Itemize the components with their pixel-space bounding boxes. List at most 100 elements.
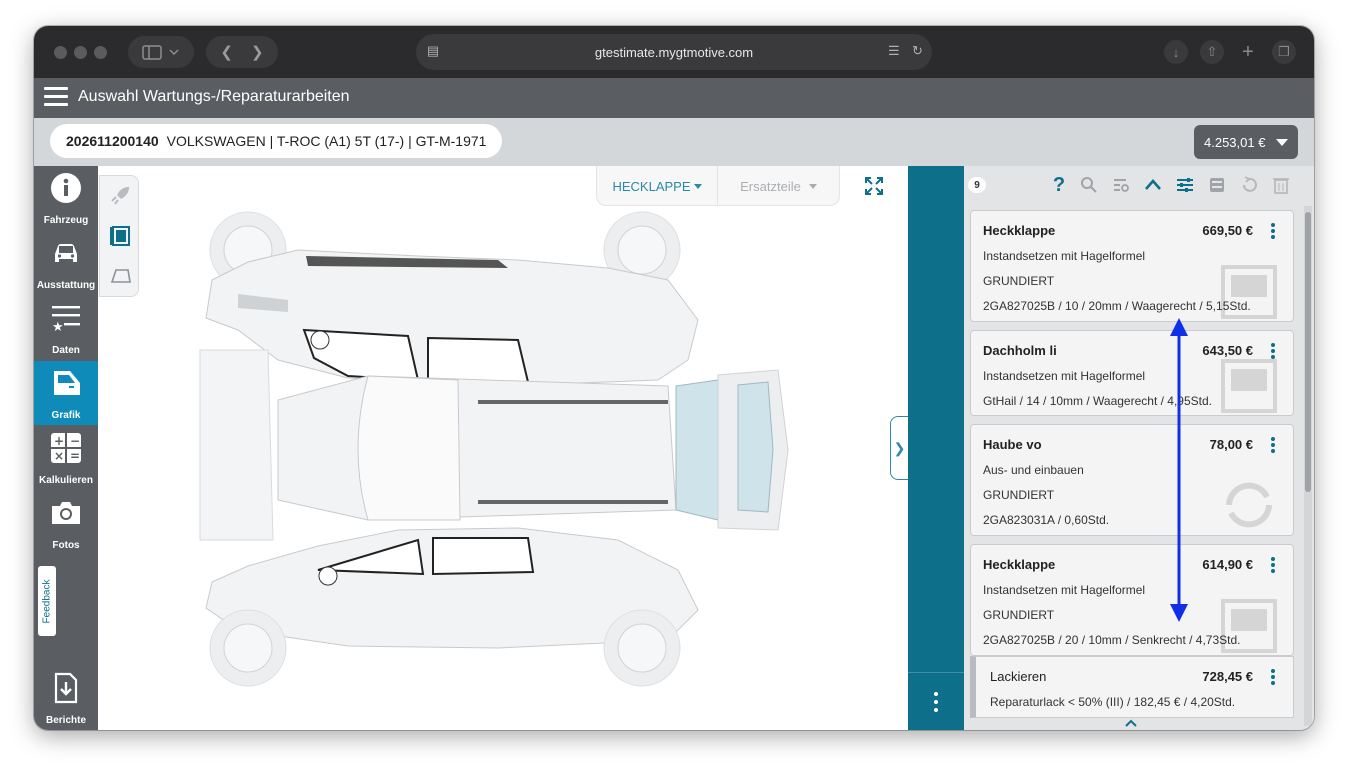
sidebar-item-label: Daten — [52, 345, 80, 356]
scroll-thumb[interactable] — [1305, 212, 1311, 492]
save-layout-icon[interactable] — [1206, 174, 1228, 196]
vehicle-graphic-area: HECKLAPPE Ersatzteile ❯ — [98, 166, 908, 730]
sidebar-item-daten[interactable]: ★ Daten — [34, 296, 98, 360]
page-title: Auswahl Wartungs-/Reparaturarbeiten — [78, 88, 350, 105]
item-title: Heckklappe — [983, 223, 1056, 238]
list-item[interactable]: Heckklappe 614,90 € Instandsetzen mit Ha… — [970, 544, 1294, 656]
tailgate-icon — [1221, 599, 1277, 653]
list-item[interactable]: Dachholm li 643,50 € Instandsetzen mit H… — [970, 330, 1294, 416]
sidebar-item-fotos[interactable]: Fotos — [34, 491, 98, 555]
sub-item-title: Lackieren — [990, 669, 1047, 684]
item-paint-state: GRUNDIERT — [983, 274, 1055, 288]
fullscreen-icon[interactable] — [864, 176, 884, 196]
part-selector-bar: HECKLAPPE Ersatzteile — [596, 166, 840, 206]
chevron-down-icon — [808, 183, 817, 189]
new-tab-icon[interactable]: + — [1236, 40, 1260, 64]
vehicle-bar: 202611200140 VOLKSWAGEN | T-ROC (A1) 5T … — [34, 118, 1314, 166]
download-document-icon — [54, 672, 78, 704]
back-icon[interactable]: ❮ — [220, 43, 233, 61]
feedback-label: Feedback — [41, 579, 53, 623]
rocket-icon[interactable] — [106, 182, 134, 210]
chevron-right-icon[interactable]: ❯ — [890, 416, 908, 480]
chevron-down-icon — [1276, 139, 1288, 146]
spare-parts-select[interactable]: Ersatzteile — [718, 166, 839, 206]
share-icon[interactable]: ⇧ — [1200, 40, 1224, 64]
chevron-up-icon[interactable] — [1124, 718, 1138, 728]
panel-toolbar: 9 ? — [964, 166, 1314, 204]
item-menu-icon[interactable] — [1271, 557, 1275, 575]
sidebar-toggle-button[interactable] — [128, 36, 194, 68]
more-options-icon[interactable] — [908, 672, 964, 730]
windshield-icon[interactable] — [106, 262, 134, 290]
translate-icon[interactable]: ☰ — [888, 43, 900, 59]
item-paint-state: GRUNDIERT — [983, 488, 1055, 502]
item-menu-icon[interactable] — [1271, 223, 1275, 241]
item-operation: Instandsetzen mit Hagelformel — [983, 369, 1146, 383]
close-window-button[interactable] — [54, 46, 67, 59]
list-star-icon: ★ — [52, 306, 80, 334]
browser-toolbar: ❮ ❯ ▤ gtestimate.mygtmotive.com ☰ ↻ ↓ ⇧ … — [34, 26, 1314, 78]
svg-text:−: − — [70, 434, 80, 448]
sub-item-price: 728,45 € — [1202, 669, 1253, 684]
history-nav: ❮ ❯ — [206, 36, 278, 68]
vehicle-info: 202611200140 VOLKSWAGEN | T-ROC (A1) 5T … — [50, 124, 503, 158]
tab-overview-icon[interactable]: ❐ — [1272, 40, 1296, 64]
item-price: 614,90 € — [1202, 557, 1253, 572]
list-item[interactable]: Heckklappe 669,50 € Instandsetzen mit Ha… — [970, 210, 1294, 322]
zoom-window-button[interactable] — [94, 46, 107, 59]
tailgate-icon — [1221, 265, 1277, 319]
door-panel-icon[interactable] — [106, 222, 134, 250]
item-operation: Aus- und einbauen — [983, 463, 1084, 477]
page-menu-icon[interactable]: ▤ — [424, 43, 442, 61]
forward-icon[interactable]: ❯ — [251, 43, 264, 61]
sidebar-item-ausstattung[interactable]: Ausstattung — [34, 231, 98, 295]
item-price: 78,00 € — [1209, 437, 1253, 452]
total-dropdown[interactable]: 4.253,01 € — [1194, 125, 1298, 159]
item-menu-icon[interactable] — [1271, 437, 1275, 455]
help-icon[interactable]: ? — [1048, 174, 1070, 196]
item-menu-icon[interactable] — [1271, 669, 1275, 685]
car-diagram[interactable] — [198, 210, 818, 692]
car-side-top[interactable] — [205, 211, 699, 387]
url-text: gtestimate.mygtmotive.com — [594, 44, 754, 60]
calculator-icon: + −× = — [51, 433, 81, 463]
svg-text:×: × — [54, 449, 64, 463]
menu-icon[interactable] — [44, 87, 68, 107]
info-icon — [51, 173, 81, 203]
svg-text:★: ★ — [52, 320, 64, 334]
feedback-tab[interactable]: Feedback — [38, 566, 56, 636]
part-group-select[interactable]: HECKLAPPE — [597, 166, 718, 206]
minimize-window-button[interactable] — [74, 46, 87, 59]
item-details: 2GA823031A / 0,60Std. — [983, 513, 1110, 527]
svg-text:=: = — [70, 449, 80, 463]
chevron-down-icon — [693, 183, 702, 189]
sub-item-details: Reparaturlack < 50% (III) / 182,45 € / 4… — [990, 695, 1236, 709]
sidebar-item-grafik[interactable]: Grafik — [34, 361, 98, 425]
search-part-icon[interactable] — [1078, 174, 1100, 196]
car-side-bottom[interactable] — [205, 527, 699, 687]
item-details: GtHail / 14 / 10mm / Waagerecht / 4,95St… — [983, 394, 1212, 408]
filter-sliders-icon[interactable] — [1174, 174, 1196, 196]
address-bar[interactable]: ▤ gtestimate.mygtmotive.com ☰ ↻ — [416, 34, 932, 70]
panel-scrollbar[interactable] — [1304, 206, 1312, 726]
sidebar-item-kalkulieren[interactable]: + − × = Kalkulieren — [34, 426, 98, 490]
sidebar-item-label: Ausstattung — [36, 280, 96, 291]
list-search-icon[interactable] — [1110, 174, 1132, 196]
chevron-up-icon[interactable] — [1142, 174, 1164, 196]
undo-icon[interactable] — [1238, 174, 1260, 196]
item-operation: Instandsetzen mit Hagelformel — [983, 249, 1146, 263]
reload-icon[interactable]: ↻ — [912, 43, 923, 59]
downloads-icon[interactable]: ↓ — [1164, 40, 1188, 64]
sidebar-item-label: Fahrzeug — [43, 215, 89, 226]
trash-icon[interactable] — [1270, 174, 1292, 196]
sidebar-item-label: Berichte — [45, 715, 86, 726]
sidebar-item-berichte[interactable]: Berichte — [34, 666, 98, 730]
item-price: 669,50 € — [1202, 223, 1253, 238]
item-details: 2GA827025B / 20 / 10mm / Senkrecht / 4,7… — [983, 633, 1241, 647]
total-amount: 4.253,01 € — [1204, 134, 1266, 150]
list-item[interactable]: Haube vo 78,00 € Aus- und einbauen GRUND… — [970, 424, 1294, 536]
item-title: Heckklappe — [983, 557, 1056, 572]
paint-sub-item[interactable]: Lackieren 728,45 € Reparaturlack < 50% (… — [970, 656, 1294, 718]
sidebar-item-fahrzeug[interactable]: Fahrzeug — [34, 166, 98, 230]
sidebar-icon — [142, 45, 179, 60]
